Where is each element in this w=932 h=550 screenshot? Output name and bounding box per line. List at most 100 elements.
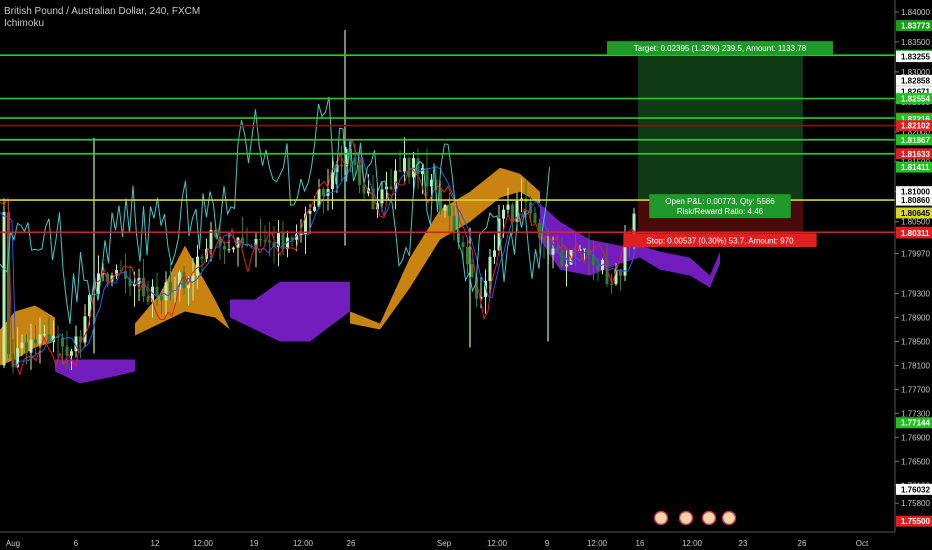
price-label: 1.82858 [901,76,930,85]
candle [146,296,150,302]
price-tick-label: 1.77700 [901,385,930,394]
price-tick-label: 1.75800 [901,499,930,508]
time-tick-label: 26 [347,539,356,548]
price-tick-label: 1.76900 [901,433,930,442]
price-label: 1.77144 [901,419,930,428]
price-tick-label: 1.79970 [901,249,930,258]
candle [34,339,37,344]
event-icon [721,510,737,526]
price-tick-label: 1.77300 [901,409,930,418]
price-label: 1.80645 [901,209,930,218]
candle [232,247,235,250]
open-pnl-label-text: Open P&L: 0.00773, Qty: 5586 [665,197,775,206]
candle [70,351,73,356]
candle [317,189,321,207]
candle [416,158,420,175]
candle [493,250,496,257]
time-tick-label: 6 [74,539,79,548]
time-tick-label: 12:00 [293,539,314,548]
chart-title: British Pound / Australian Dollar, 240, … [4,6,201,17]
candle [362,184,366,194]
candle [169,282,172,292]
candle [461,242,465,248]
price-label: 1.82554 [901,95,930,104]
candle [551,248,555,255]
candle [259,239,262,241]
candle [511,204,514,222]
candle [2,212,6,366]
candle [313,206,316,211]
time-tick-label: Sep [437,539,452,548]
price-label: 1.83773 [901,22,930,31]
candle [20,342,24,349]
candle [596,265,600,271]
candle [227,249,231,251]
event-icon [678,510,694,526]
candle [38,334,42,344]
time-tick-label: 19 [250,539,259,548]
candle [380,189,384,204]
candle [61,337,64,347]
time-tick-label: 12 [151,539,160,548]
candle [268,240,271,243]
candle [83,316,87,343]
price-chart[interactable]: Target: 0.02395 (1.32%) 239.5, Amount: 1… [0,0,932,550]
price-label: 1.81633 [901,150,930,159]
candle [389,186,393,189]
price-tick-label: 1.80500 [901,218,930,227]
candle [619,269,622,276]
target-zone [638,55,803,201]
candle [502,209,505,219]
candle [340,164,343,167]
price-tick-label: 1.83500 [901,38,930,47]
open-pnl-label: Open P&L: 0.00773, Qty: 5586Risk/Reward … [649,194,791,219]
time-tick-label: 23 [739,539,748,548]
indicator-name[interactable]: Ichimoku [4,18,200,30]
candle [196,256,199,276]
price-label: 1.75500 [901,517,930,526]
candle [160,296,163,301]
candle [466,247,469,265]
candle [583,248,586,250]
target-label: Target: 0.02395 (1.32%) 239.5, Amount: 1… [606,41,834,56]
price-axis: 1.840001.835001.830001.825001.820001.815… [894,0,932,550]
candle [560,250,564,267]
time-tick-label: 12:00 [587,539,608,548]
price-tick-label: 1.76500 [901,457,930,466]
price-tick-label: 1.84000 [901,8,930,17]
candle [448,204,451,216]
price-tick-label: 1.78500 [901,337,930,346]
candle [200,256,204,259]
candle [398,170,402,172]
candle [29,339,33,353]
time-axis: Aug 6 12 12:00 19 12:00 26 Sep 12:00 9 12:00 16 12:0… [0,531,895,550]
candle [223,245,226,250]
price-label: 1.81411 [901,163,930,172]
price-tick-label: 1.79300 [901,290,930,299]
price-label: 1.81867 [901,136,930,145]
candle [565,264,568,267]
chart-legend: British Pound / Australian Dollar, 240, … [4,6,200,30]
price-tick-label: 1.78900 [901,314,930,323]
candle [403,158,406,172]
candle [322,189,325,196]
candle [164,282,168,301]
price-tick-label: 1.78100 [901,361,930,370]
time-tick-label: 12:00 [682,539,703,548]
candle [443,204,447,211]
target-label-text: Target: 0.02395 (1.32%) 239.5, Amount: 1… [634,44,807,53]
candle [488,256,492,282]
candle [556,248,559,251]
candle [331,172,334,190]
candle [155,286,159,297]
price-label: 1.80311 [901,229,930,238]
stop-label: Stop: 0.00537 (0.30%) 53.7, Amount: 970 [623,233,817,248]
candle [470,264,474,278]
candle [308,210,312,214]
candle [25,342,28,353]
price-label: 1.76032 [901,485,930,494]
time-tick-label: 12:00 [487,539,508,548]
event-icon [701,510,717,526]
candle [358,164,361,185]
event-icon [653,510,669,526]
